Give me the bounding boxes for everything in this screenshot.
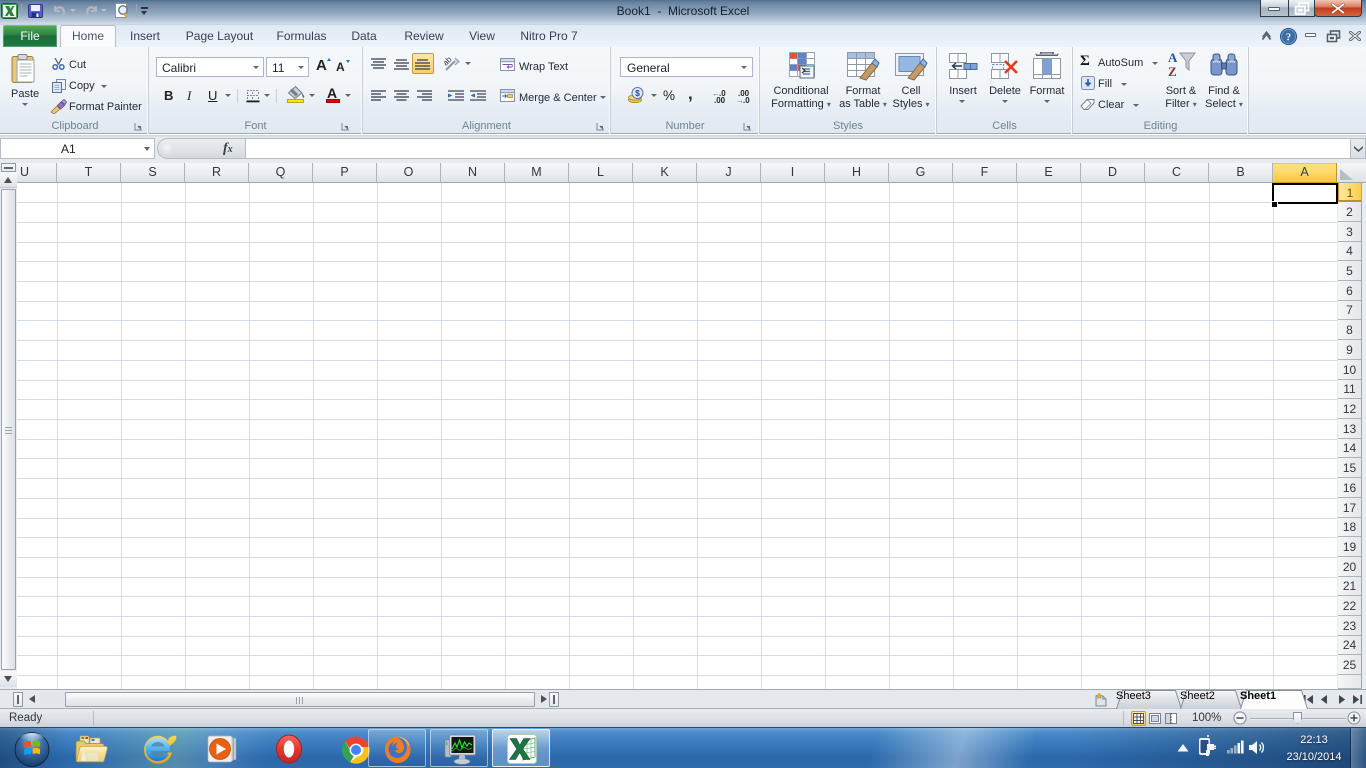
svg-text:Z: Z xyxy=(1168,64,1177,79)
svg-text:A: A xyxy=(1168,50,1178,65)
svg-text:.0: .0 xyxy=(743,96,750,103)
svg-text:?: ? xyxy=(1286,32,1292,44)
svg-text:$: $ xyxy=(635,88,640,98)
svg-text:ab: ab xyxy=(444,56,454,68)
svg-text:.00: .00 xyxy=(714,96,726,103)
